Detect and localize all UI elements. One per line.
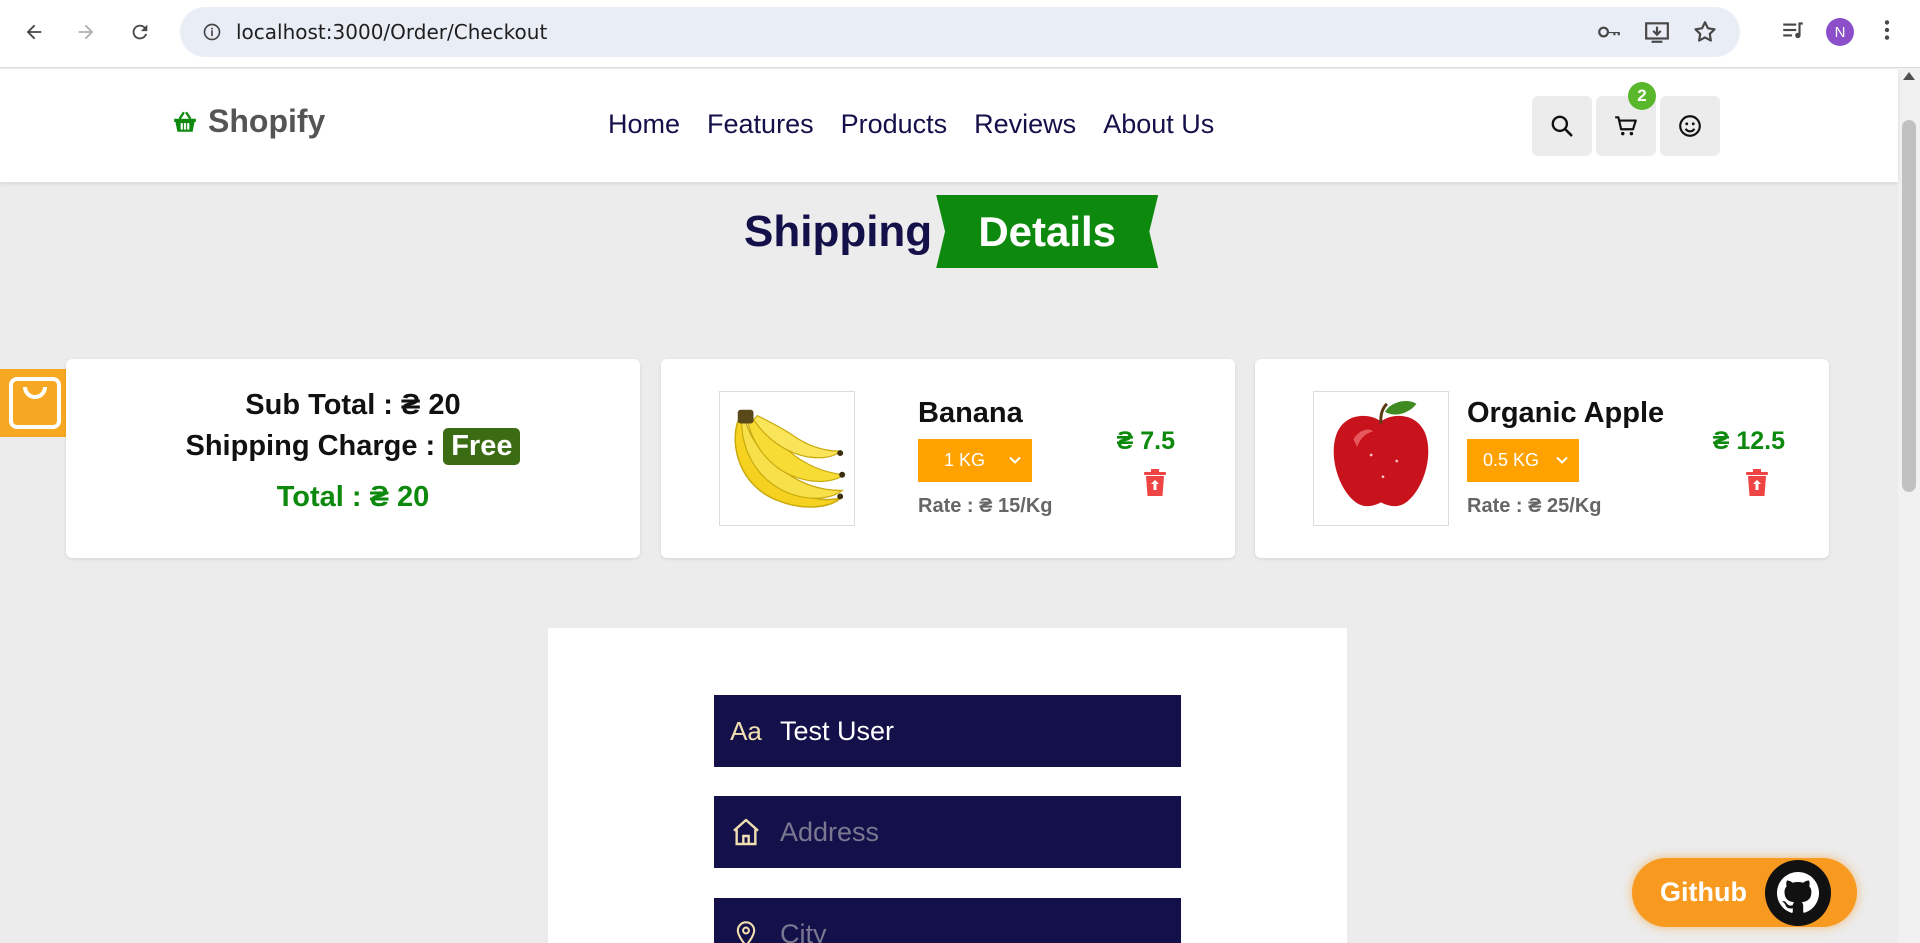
item-rate: Rate : ₴ 25/Kg	[1467, 495, 1602, 517]
site-header: Shopify Home Features Products Reviews A…	[0, 69, 1898, 182]
nav-products[interactable]: Products	[841, 109, 948, 140]
shipping-free-badge: Free	[443, 428, 521, 465]
cart-button[interactable]: 2	[1596, 82, 1656, 156]
delete-trash-icon[interactable]	[1143, 469, 1167, 497]
github-button[interactable]: Github	[1632, 858, 1857, 927]
main-nav: Home Features Products Reviews About Us	[608, 109, 1214, 140]
text-case-icon: Aa	[730, 715, 762, 746]
page-title-ribbon: Details	[936, 195, 1159, 268]
item-name: Banana	[918, 397, 1023, 429]
quantity-value: 1 KG	[944, 450, 986, 470]
brand-logo[interactable]: Shopify	[172, 103, 325, 140]
shipping-charge-label: Shipping Charge :	[185, 430, 436, 462]
install-app-icon[interactable]	[1642, 17, 1672, 47]
item-rate: Rate : ₴ 15/Kg	[918, 495, 1053, 517]
cart-count-badge: 2	[1628, 82, 1656, 110]
site-info-icon[interactable]	[194, 14, 230, 50]
github-icon	[1765, 860, 1831, 926]
nav-features[interactable]: Features	[707, 109, 814, 140]
order-summary-card: Sub Total : ₴ 20 Shipping Charge : Free …	[66, 359, 640, 558]
kebab-menu-icon[interactable]	[1874, 17, 1900, 48]
shipping-form: Aa	[548, 628, 1347, 943]
city-input[interactable]	[780, 918, 1160, 943]
city-field[interactable]	[714, 898, 1181, 943]
nav-about-us[interactable]: About Us	[1103, 109, 1214, 140]
quantity-select[interactable]: 1 KG	[918, 439, 1032, 482]
back-button[interactable]	[16, 14, 52, 50]
reload-button[interactable]	[122, 14, 158, 50]
github-label: Github	[1660, 877, 1747, 907]
name-field[interactable]: Aa	[714, 695, 1181, 767]
page-title: Shipping Details	[744, 195, 1159, 268]
name-input[interactable]	[780, 715, 1160, 747]
delete-trash-icon[interactable]	[1745, 469, 1769, 497]
chevron-down-icon	[1009, 456, 1021, 464]
search-button[interactable]	[1532, 96, 1592, 156]
location-pin-icon	[726, 914, 766, 943]
scroll-up-arrow-icon[interactable]	[1903, 72, 1915, 80]
arrow-right-icon	[78, 24, 94, 40]
profile-avatar[interactable]: N	[1826, 18, 1854, 46]
page-scrollbar[interactable]	[1898, 68, 1920, 943]
shopping-bag-icon	[9, 377, 61, 429]
smiley-icon	[1679, 115, 1701, 137]
address-input[interactable]	[780, 816, 1160, 848]
reload-icon	[132, 24, 148, 40]
shipping-charge-row: Shipping Charge : Free	[66, 428, 640, 465]
home-icon	[726, 812, 766, 852]
address-bar[interactable]: localhost:3000/Order/Checkout	[180, 7, 1740, 57]
address-field[interactable]	[714, 796, 1181, 868]
account-button[interactable]	[1660, 96, 1720, 156]
browser-toolbar: localhost:3000/Order/Checkout N	[0, 0, 1920, 68]
forward-button[interactable]	[68, 14, 104, 50]
cart-icon	[1615, 116, 1637, 136]
nav-home[interactable]: Home	[608, 109, 680, 140]
url-text[interactable]: localhost:3000/Order/Checkout	[236, 20, 547, 44]
item-price: ₴ 12.5	[1712, 427, 1785, 455]
arrow-left-icon	[26, 24, 42, 40]
quantity-select[interactable]: 0.5 KG	[1467, 439, 1579, 482]
item-name: Organic Apple	[1467, 397, 1665, 429]
key-icon[interactable]	[1594, 17, 1624, 47]
chevron-down-icon	[1556, 456, 1568, 464]
brand-name: Shopify	[208, 103, 326, 139]
banana-image	[719, 391, 855, 526]
nav-reviews[interactable]: Reviews	[974, 109, 1076, 140]
subtotal-text: Sub Total : ₴ 20	[245, 389, 461, 421]
scroll-thumb[interactable]	[1902, 120, 1916, 492]
page-title-part1: Shipping	[744, 206, 933, 256]
cart-item-card: Banana 1 KG Rate : ₴ 15/Kg ₴ 7.5	[661, 359, 1235, 558]
cart-item-card: Organic Apple 0.5 KG Rate : ₴ 25/Kg ₴ 12…	[1255, 359, 1829, 558]
apple-image	[1313, 391, 1449, 526]
shopping-basket-icon	[174, 111, 196, 132]
bookmark-star-icon[interactable]	[1690, 17, 1720, 47]
item-price: ₴ 7.5	[1116, 427, 1175, 455]
media-control-icon[interactable]	[1780, 17, 1806, 48]
search-icon	[1551, 115, 1573, 137]
quantity-value: 0.5 KG	[1483, 450, 1540, 470]
total-text: Total : ₴ 20	[276, 481, 430, 513]
